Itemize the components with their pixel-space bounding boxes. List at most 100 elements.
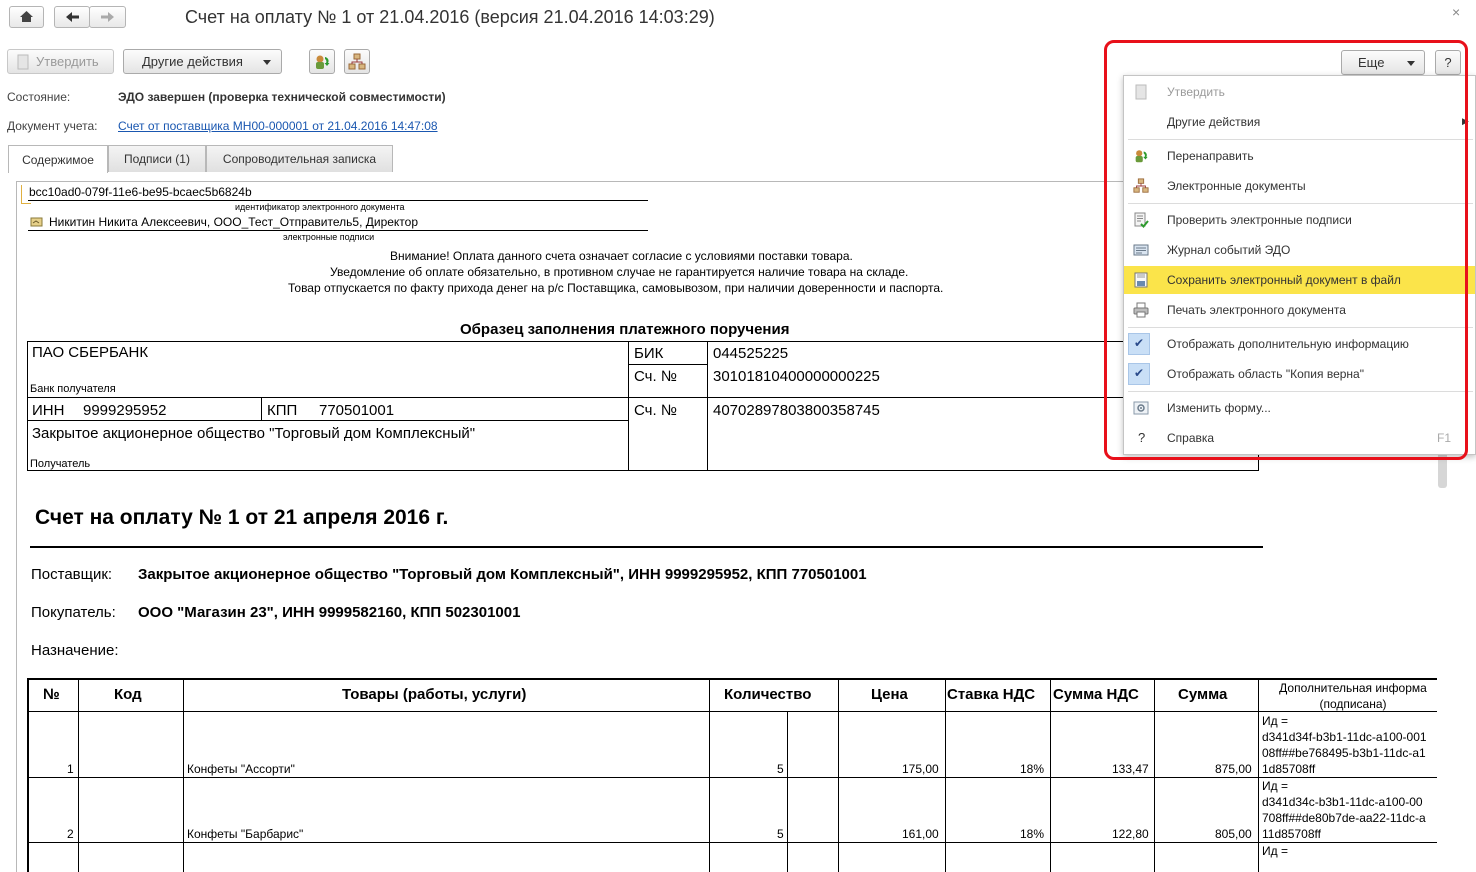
kpp-label: КПП: [267, 402, 298, 419]
checkmark-icon: ✔: [1134, 366, 1145, 380]
menu-item-check-signatures[interactable]: Проверить электронные подписи: [1124, 206, 1475, 234]
menu-item-other-actions[interactable]: Другие действия ▶: [1124, 108, 1475, 136]
tab-signatures[interactable]: Подписи (1): [108, 145, 206, 172]
menu-item-show-additional-info[interactable]: ✔ Отображать дополнительную информацию: [1124, 330, 1475, 358]
divider: [1258, 678, 1259, 872]
menu-separator: [1128, 391, 1473, 392]
window-title: Счет на оплату № 1 от 21.04.2016 (версия…: [185, 7, 715, 27]
back-button[interactable]: [54, 6, 90, 28]
save-file-icon: [1134, 272, 1148, 288]
shortcut-label: F1: [1437, 431, 1452, 445]
column-header: №: [43, 686, 60, 703]
divider: [78, 678, 79, 872]
menu-item-label: Отображать область "Копия верна": [1167, 367, 1364, 381]
printer-icon: [1133, 302, 1149, 318]
doc-id-caption: идентификатор электронного документа: [235, 202, 405, 212]
menu-item-show-copy-true[interactable]: ✔ Отображать область "Копия верна": [1124, 360, 1475, 388]
column-header: Ставка НДС: [947, 686, 1036, 703]
hierarchy-icon: [348, 53, 366, 69]
notice-line: Уведомление об оплате обязательно, в про…: [330, 265, 909, 279]
divider: [628, 341, 629, 471]
notice-line: Товар отпускается по факту прихода денег…: [288, 281, 944, 295]
table-cell: 708ff##de80b7de-aa22-11dc-a: [1262, 811, 1426, 825]
table-cell: d341d34f-b3b1-11dc-a100-001: [1262, 730, 1427, 744]
divider: [787, 711, 788, 872]
event-log-icon: [1133, 244, 1149, 256]
menu-item-label: Сохранить электронный документ в файл: [1167, 273, 1401, 287]
menu-separator: [1128, 139, 1473, 140]
menu-item-help[interactable]: ? Справка F1: [1124, 424, 1475, 452]
table-cell: 08ff##be768495-b3b1-11dc-a1: [1262, 746, 1426, 760]
state-label: Состояние:: [7, 90, 71, 104]
table-cell: 5: [777, 762, 784, 776]
tab-label: Содержимое: [22, 152, 94, 167]
divider: [628, 364, 707, 365]
bik-value: 044525225: [713, 345, 789, 362]
menu-item-redirect[interactable]: Перенаправить: [1124, 142, 1475, 170]
home-button[interactable]: [9, 6, 44, 28]
table-cell: Конфеты "Барбарис": [187, 827, 304, 841]
table-cell: Конфеты "Ассорти": [187, 762, 295, 776]
approve-button[interactable]: Утвердить: [7, 49, 114, 74]
recipient-name: Закрытое акционерное общество "Торговый …: [32, 425, 476, 442]
document-icon: [17, 54, 29, 69]
divider: [28, 200, 648, 201]
tab-cover-note[interactable]: Сопроводительная записка: [206, 145, 393, 172]
menu-separator: [1128, 203, 1473, 204]
account-doc-link[interactable]: Счет от поставщика МН00-000001 от 21.04.…: [118, 119, 438, 133]
divider: [945, 678, 946, 872]
menu-item-label: Журнал событий ЭДО: [1167, 243, 1291, 257]
menu-item-label: Электронные документы: [1167, 179, 1306, 193]
close-icon[interactable]: ×: [1452, 4, 1460, 20]
doc-id: bcc10ad0-079f-11e6-be95-bcaec5b6824b: [29, 185, 252, 199]
table-cell: 1d85708ff: [1262, 762, 1316, 776]
divider: [709, 678, 710, 872]
kpp-value: 770501001: [319, 402, 395, 419]
approve-label: Утвердить: [36, 54, 99, 69]
forward-button[interactable]: [89, 6, 126, 28]
corr-account-value: 30101810400000000225: [713, 368, 880, 385]
more-label: Еще: [1358, 55, 1385, 70]
corr-account-label: Сч. №: [634, 368, 677, 385]
divider: [27, 777, 1437, 778]
menu-item-label: Утвердить: [1167, 85, 1225, 99]
chevron-down-icon: [1407, 61, 1415, 66]
signer-caption: электронные подписи: [283, 232, 375, 242]
menu-item-approve[interactable]: Утвердить: [1124, 78, 1475, 106]
menu-item-electronic-documents[interactable]: Электронные документы: [1124, 172, 1475, 200]
table-cell: 1: [67, 762, 74, 776]
menu-item-label: Печать электронного документа: [1167, 303, 1346, 317]
signature-icon: [30, 217, 43, 227]
document-icon: [1135, 84, 1147, 100]
electronic-documents-button[interactable]: [344, 49, 370, 74]
table-cell: 122,80: [1112, 827, 1149, 841]
table-cell: 11d85708ff: [1262, 827, 1321, 841]
help-button[interactable]: ?: [1435, 50, 1461, 75]
divider: [27, 711, 1437, 712]
column-header: Цена: [871, 686, 908, 703]
column-header: Сумма НДС: [1053, 686, 1139, 703]
column-header: Сумма: [1178, 686, 1228, 703]
menu-item-save-to-file[interactable]: Сохранить электронный документ в файл: [1124, 266, 1475, 294]
bik-label: БИК: [634, 345, 664, 362]
divider: [27, 420, 628, 421]
inn-value: 9999295952: [83, 402, 167, 419]
menu-item-print[interactable]: Печать электронного документа: [1124, 296, 1475, 324]
menu-item-label: Изменить форму...: [1167, 401, 1271, 415]
redirect-button[interactable]: [309, 49, 335, 74]
column-header: Дополнительная информа (подписана): [1279, 681, 1427, 711]
other-actions-button[interactable]: Другие действия: [123, 49, 282, 74]
menu-item-event-log[interactable]: Журнал событий ЭДО: [1124, 236, 1475, 264]
account-doc-label: Документ учета:: [7, 119, 98, 133]
table-cell: 133,47: [1112, 762, 1149, 776]
check-signature-icon: [1134, 212, 1149, 228]
menu-item-label: Справка: [1167, 431, 1215, 445]
menu-item-change-form[interactable]: Изменить форму...: [1124, 394, 1475, 422]
divider: [707, 341, 708, 471]
home-icon: [20, 11, 33, 22]
divider: [30, 546, 1263, 548]
more-button[interactable]: Еще: [1341, 50, 1425, 75]
bank-name: ПАО СБЕРБАНК: [32, 344, 149, 361]
menu-item-label: Отображать дополнительную информацию: [1167, 337, 1409, 351]
tab-content[interactable]: Содержимое: [8, 145, 108, 173]
